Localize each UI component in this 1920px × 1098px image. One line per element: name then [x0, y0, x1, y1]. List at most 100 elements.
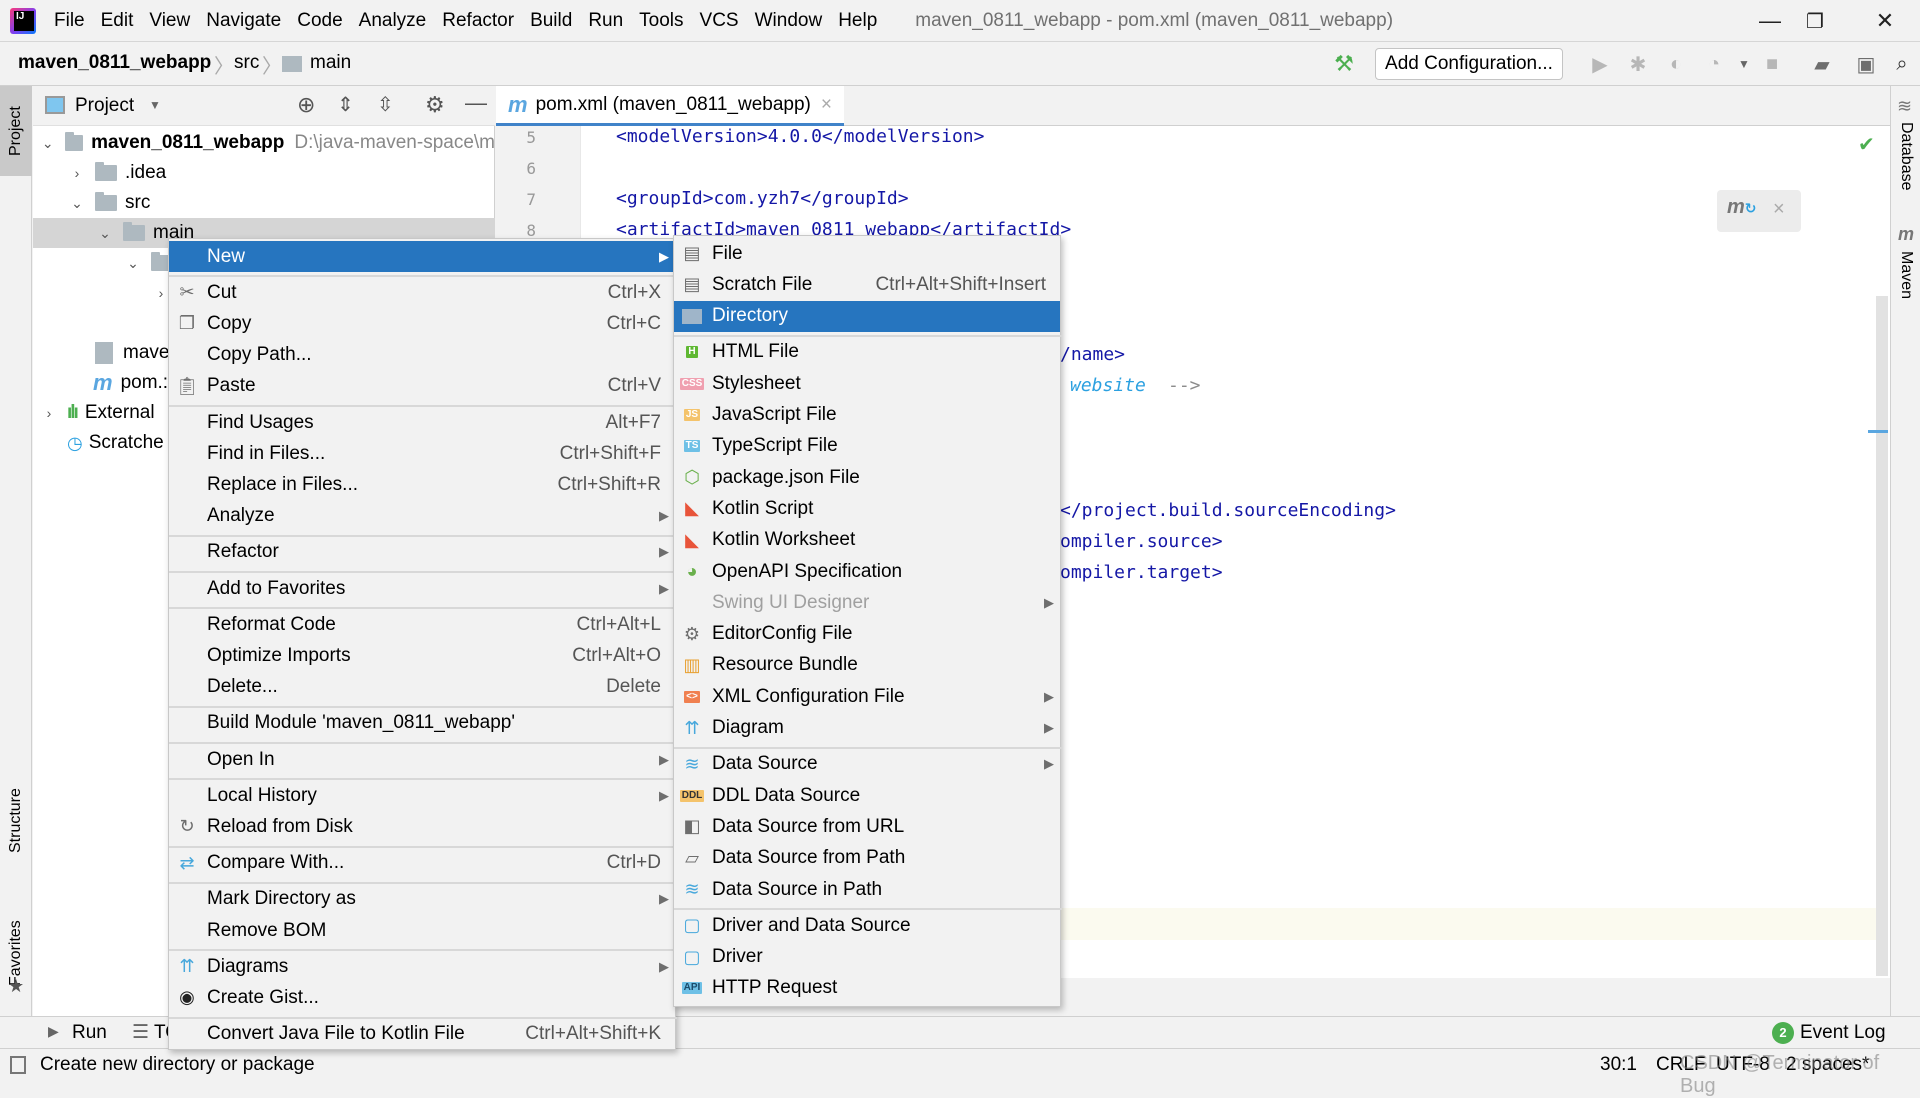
debug-icon[interactable]: ✱ — [1624, 50, 1652, 78]
tree-row-project-root[interactable]: ⌄ maven_0811_webapp D:\java-maven-space\… — [33, 128, 495, 158]
maven-reload-icon[interactable]: m↻ — [1727, 196, 1757, 219]
menu-item-openapi-specification[interactable]: ◕ OpenAPI Specification — [674, 556, 1060, 587]
chevron-right-icon[interactable]: › — [41, 405, 57, 421]
menu-item-cut[interactable]: ✂ Cut Ctrl+X — [169, 277, 675, 308]
restore-button[interactable]: ❐ — [1785, 0, 1845, 42]
menu-item-copy[interactable]: ❐ Copy Ctrl+C — [169, 308, 675, 339]
editor-scrollbar[interactable] — [1876, 296, 1888, 976]
menu-item-data-source-from-path[interactable]: ▱ Data Source from Path — [674, 843, 1060, 874]
collapse-all-icon[interactable]: ⇳ — [377, 92, 394, 117]
menu-item-find-in-files[interactable]: Find in Files... Ctrl+Shift+F — [169, 438, 675, 469]
menu-item-http-request[interactable]: API HTTP Request — [674, 973, 1060, 1004]
build-hammer-icon[interactable]: ⚒ — [1330, 50, 1358, 78]
menu-item-javascript-file[interactable]: JS JavaScript File — [674, 400, 1060, 431]
menu-file[interactable]: File — [46, 0, 93, 42]
tab-pom-xml[interactable]: m pom.xml (maven_0811_webapp) × — [496, 86, 844, 126]
menu-item-scratch-file[interactable]: ▤ Scratch File Ctrl+Alt+Shift+Insert — [674, 269, 1060, 300]
menu-item-diagrams[interactable]: ⇈ Diagrams ▶ — [169, 951, 675, 982]
project-view-selector[interactable]: Project — [75, 95, 134, 117]
close-tab-icon[interactable]: × — [821, 94, 832, 116]
menu-item-open-in[interactable]: Open In ▶ — [169, 744, 675, 775]
menu-item-refactor[interactable]: Refactor ▶ — [169, 537, 675, 568]
menu-item-directory[interactable]: Directory — [674, 300, 1060, 332]
chevron-down-icon[interactable]: ⌄ — [125, 255, 141, 272]
breadcrumb-main[interactable]: main — [310, 52, 351, 74]
menu-item-remove-bom[interactable]: Remove BOM — [169, 915, 675, 946]
menu-item-diagram[interactable]: ⇈ Diagram ▶ — [674, 713, 1060, 744]
menu-item-convert-java-file-to-kotlin-file[interactable]: Convert Java File to Kotlin File Ctrl+Alt… — [169, 1019, 675, 1050]
menu-item-data-source-from-url[interactable]: ◧ Data Source from URL — [674, 811, 1060, 842]
menu-item-mark-directory-as[interactable]: Mark Directory as ▶ — [169, 884, 675, 915]
expand-all-icon[interactable]: ⇕ — [337, 92, 354, 117]
menu-item-compare-with[interactable]: ⇄ Compare With... Ctrl+D — [169, 848, 675, 879]
chevron-down-icon[interactable]: ▼ — [1730, 50, 1758, 78]
menu-edit[interactable]: Edit — [93, 0, 142, 42]
chevron-right-icon[interactable]: › — [69, 165, 85, 181]
tool-tab-run[interactable]: Run — [72, 1022, 107, 1044]
menu-item-copy-path[interactable]: Copy Path... — [169, 340, 675, 371]
tool-tab-database[interactable]: Database — [1891, 122, 1920, 222]
menu-item-resource-bundle[interactable]: ▥ Resource Bundle — [674, 650, 1060, 681]
tree-row-idea[interactable]: › .idea — [33, 158, 495, 188]
menu-window[interactable]: Window — [747, 0, 831, 42]
menu-item-xml-configuration-file[interactable]: <> XML Configuration File ▶ — [674, 681, 1060, 712]
menu-run[interactable]: Run — [580, 0, 631, 42]
menu-refactor[interactable]: Refactor — [434, 0, 522, 42]
add-configuration-button[interactable]: Add Configuration... — [1375, 48, 1563, 80]
menu-item-kotlin-worksheet[interactable]: ◣ Kotlin Worksheet — [674, 525, 1060, 556]
menu-item-create-gist[interactable]: ◉ Create Gist... — [169, 982, 675, 1013]
gear-icon[interactable]: ⚙ — [425, 92, 445, 118]
menu-item-reformat-code[interactable]: Reformat Code Ctrl+Alt+L — [169, 609, 675, 640]
menu-item-driver-and-data-source[interactable]: ▢ Driver and Data Source — [674, 910, 1060, 941]
menu-item-file[interactable]: ▤ File — [674, 238, 1060, 269]
menu-item-data-source-in-path[interactable]: ≋ Data Source in Path — [674, 874, 1060, 905]
menu-item-new[interactable]: New ▶ — [169, 241, 675, 272]
menu-item-typescript-file[interactable]: TS TypeScript File — [674, 431, 1060, 462]
chevron-down-icon[interactable]: ⌄ — [69, 195, 85, 212]
breadcrumb-src[interactable]: src — [234, 52, 259, 74]
menu-item-local-history[interactable]: Local History ▶ — [169, 780, 675, 811]
chevron-down-icon[interactable]: ⌄ — [97, 225, 113, 242]
menu-item-build-module-maven-0811-webapp[interactable]: Build Module 'maven_0811_webapp' — [169, 708, 675, 739]
chevron-right-icon[interactable]: › — [153, 285, 169, 301]
menu-analyze[interactable]: Analyze — [351, 0, 435, 42]
menu-vcs[interactable]: VCS — [692, 0, 747, 42]
menu-item-delete[interactable]: Delete... Delete — [169, 672, 675, 703]
caret-position[interactable]: 30:1 — [1600, 1054, 1637, 1076]
profile-icon[interactable]: ◔ — [1700, 50, 1728, 78]
menu-item-kotlin-script[interactable]: ◣ Kotlin Script — [674, 493, 1060, 524]
menu-item-analyze[interactable]: Analyze ▶ — [169, 501, 675, 532]
stop-icon[interactable]: ■ — [1758, 50, 1786, 78]
tool-tab-structure[interactable]: Structure — [0, 766, 32, 876]
menu-help[interactable]: Help — [830, 0, 885, 42]
menu-item-data-source[interactable]: ≋ Data Source ▶ — [674, 749, 1060, 780]
tool-tab-event-log[interactable]: Event Log — [1800, 1022, 1886, 1044]
menu-item-stylesheet[interactable]: CSS Stylesheet — [674, 368, 1060, 399]
menu-item-reload-from-disk[interactable]: ↻ Reload from Disk — [169, 811, 675, 842]
menu-item-driver[interactable]: ▢ Driver — [674, 942, 1060, 973]
search-icon[interactable]: ⌕ — [1888, 50, 1916, 78]
menu-item-html-file[interactable]: H HTML File — [674, 337, 1060, 368]
terminal-window-icon[interactable]: ▣ — [1852, 50, 1880, 78]
menu-navigate[interactable]: Navigate — [198, 0, 289, 42]
menu-tools[interactable]: Tools — [631, 0, 691, 42]
menu-code[interactable]: Code — [289, 0, 350, 42]
locate-icon[interactable]: ⊕ — [297, 92, 315, 118]
hide-panel-icon[interactable]: — — [465, 90, 487, 116]
menu-item-add-to-favorites[interactable]: Add to Favorites ▶ — [169, 573, 675, 604]
breadcrumb-project[interactable]: maven_0811_webapp — [18, 52, 211, 74]
coverage-icon[interactable]: ◐ — [1662, 50, 1690, 78]
menu-item-replace-in-files[interactable]: Replace in Files... Ctrl+Shift+R — [169, 469, 675, 500]
close-icon[interactable]: × — [1773, 198, 1785, 221]
chevron-down-icon[interactable]: ⌄ — [41, 135, 55, 152]
menu-item-paste[interactable]: 📋︎ Paste Ctrl+V — [169, 371, 675, 402]
inspection-ok-icon[interactable]: ✔ — [1858, 132, 1875, 157]
menu-item-ddl-data-source[interactable]: DDL DDL Data Source — [674, 780, 1060, 811]
menu-view[interactable]: View — [141, 0, 198, 42]
menu-item-optimize-imports[interactable]: Optimize Imports Ctrl+Alt+O — [169, 640, 675, 671]
menu-item-editorconfig-file[interactable]: ⚙ EditorConfig File — [674, 619, 1060, 650]
status-toggle-icon[interactable] — [10, 1056, 26, 1074]
chevron-down-icon[interactable]: ▼ — [149, 98, 161, 112]
run-icon[interactable]: ▶ — [1586, 50, 1614, 78]
tree-row-src[interactable]: ⌄ src — [33, 188, 495, 218]
